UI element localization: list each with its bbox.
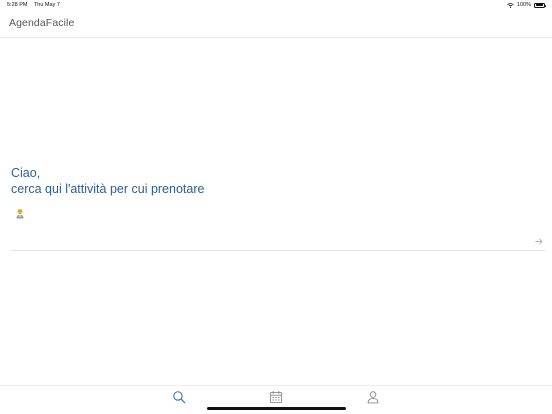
status-bar: 5:28 PM Thu May 7 100% [0,0,552,10]
greeting-line-1: Ciao, [11,166,41,180]
nav-header: AgendaFacile [0,10,552,38]
search-field [11,235,546,251]
battery-icon [534,2,546,8]
person-emoji-icon [16,209,24,219]
greeting-text: Ciao, cerca qui l'attività per cui preno… [11,166,204,197]
status-right: 100% [507,2,546,8]
wifi-icon [507,2,514,8]
search-icon [173,391,186,404]
home-indicator[interactable] [207,407,346,410]
tab-search[interactable] [172,390,186,404]
app-title: AgendaFacile [9,17,75,29]
calendar-icon [269,390,283,404]
search-input[interactable] [11,235,526,249]
status-date: Thu May 7 [33,2,60,8]
greeting-line-2: cerca qui l'attività per cui prenotare [11,181,205,196]
status-time: 5:28 PM [7,2,28,8]
app-screen: 5:28 PM Thu May 7 100% AgendaFacile Ciao… [0,0,552,414]
battery-percent: 100% [516,2,531,8]
arrow-right-icon[interactable] [535,238,543,245]
tab-profile[interactable] [366,390,380,404]
tab-calendar[interactable] [269,390,283,404]
person-icon [367,391,379,404]
status-left: 5:28 PM Thu May 7 [7,2,65,8]
